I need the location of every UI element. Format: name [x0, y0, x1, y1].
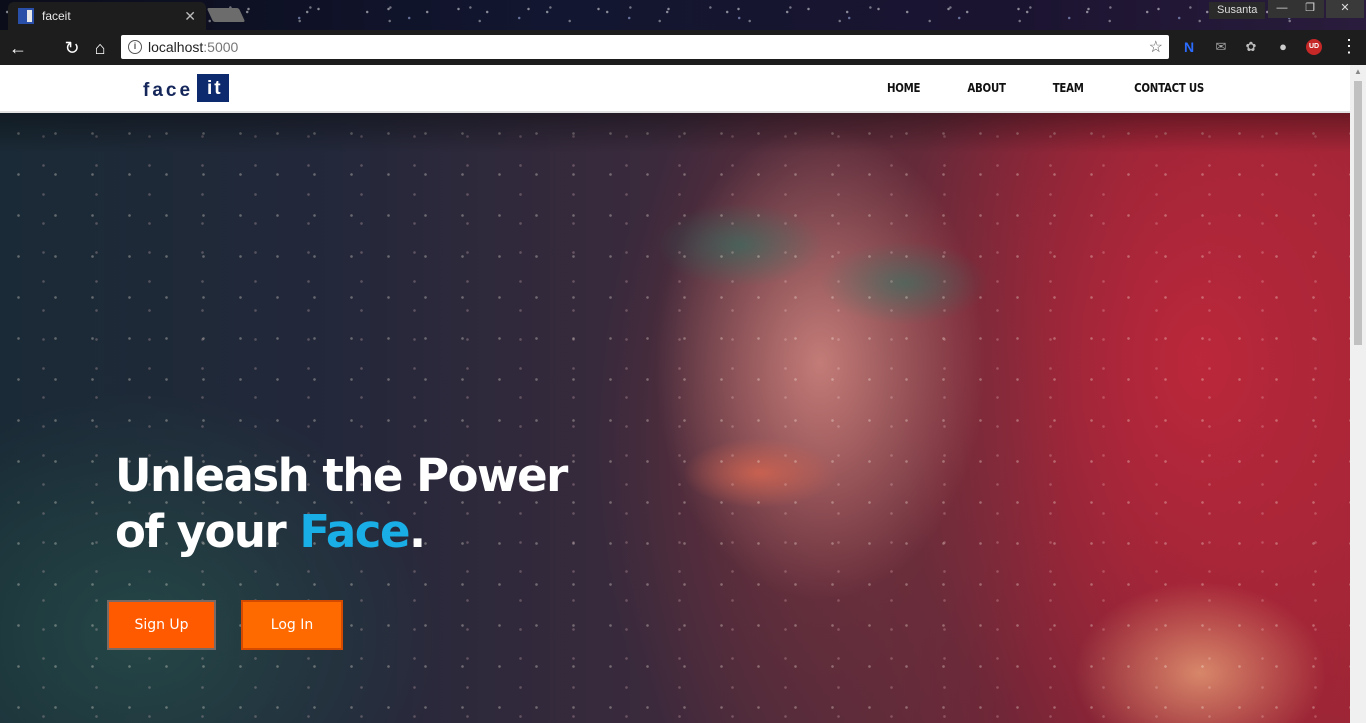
- browser-menu-icon[interactable]: ⋮: [1340, 36, 1358, 56]
- site-logo[interactable]: face it: [143, 74, 229, 102]
- login-button[interactable]: Log In: [241, 600, 343, 650]
- browser-tab[interactable]: faceit ✕: [8, 2, 206, 30]
- ublock-extension-icon[interactable]: UD: [1306, 39, 1322, 55]
- nav-team-link[interactable]: TEAM: [1053, 81, 1084, 95]
- scroll-up-arrow-icon[interactable]: ▲: [1350, 65, 1366, 79]
- mail-icon[interactable]: ✉: [1211, 38, 1231, 56]
- nav-links: HOME ABOUT TEAM CONTACT US: [843, 65, 1210, 111]
- reload-icon[interactable]: ↻: [58, 34, 86, 62]
- headline-suffix: .: [408, 505, 426, 558]
- info-icon[interactable]: i: [128, 40, 142, 54]
- headline-accent: Face: [299, 505, 410, 558]
- url-host: localhost: [148, 39, 204, 55]
- browser-titlebar: faceit ✕ Susanta — ❐ ✕: [0, 0, 1366, 30]
- page-scrollbar[interactable]: ▲: [1350, 65, 1366, 723]
- home-icon[interactable]: ⌂: [86, 34, 114, 62]
- hero-headline: Unleash the Power of your Face.: [115, 448, 635, 560]
- close-window-icon[interactable]: ✕: [1326, 0, 1364, 18]
- scrollbar-thumb[interactable]: [1354, 81, 1362, 345]
- back-icon[interactable]: ←: [4, 34, 32, 62]
- favicon-icon: [18, 8, 34, 24]
- bookmark-star-icon[interactable]: ☆: [1149, 37, 1163, 57]
- page-viewport: face it HOME ABOUT TEAM CONTACT US Unlea…: [0, 65, 1350, 723]
- profile-button[interactable]: Susanta: [1209, 2, 1266, 19]
- nav-contact-link[interactable]: CONTACT US: [1134, 81, 1204, 95]
- hero-top-shadow: [0, 113, 1350, 153]
- logo-it-text: it: [197, 74, 229, 102]
- extension-n-icon[interactable]: N: [1179, 38, 1199, 56]
- maximize-icon[interactable]: ❐: [1296, 0, 1324, 18]
- tab-title: faceit: [42, 9, 71, 23]
- chat-extension-icon[interactable]: ●: [1273, 38, 1293, 56]
- logo-face-text: face: [143, 80, 194, 101]
- address-bar[interactable]: i localhost:5000 ☆: [121, 35, 1169, 59]
- headline-line-1: Unleash the Power: [115, 449, 568, 502]
- site-navbar: face it HOME ABOUT TEAM CONTACT US: [0, 65, 1350, 113]
- url-port: :5000: [203, 39, 239, 55]
- nav-about-link[interactable]: ABOUT: [968, 81, 1007, 95]
- browser-toolbar: ← ↻ ⌂ i localhost:5000 ☆ N ✉ ✿ ● UD ⋮: [0, 30, 1366, 65]
- minimize-icon[interactable]: —: [1268, 0, 1296, 18]
- signup-button[interactable]: Sign Up: [107, 600, 216, 650]
- new-tab-button[interactable]: [206, 8, 246, 22]
- headline-line-2-prefix: of your: [115, 505, 300, 558]
- settings-extension-icon[interactable]: ✿: [1241, 38, 1261, 56]
- nav-home-link[interactable]: HOME: [887, 81, 921, 95]
- close-tab-icon[interactable]: ✕: [184, 8, 196, 25]
- url-text[interactable]: localhost:5000: [148, 39, 1149, 55]
